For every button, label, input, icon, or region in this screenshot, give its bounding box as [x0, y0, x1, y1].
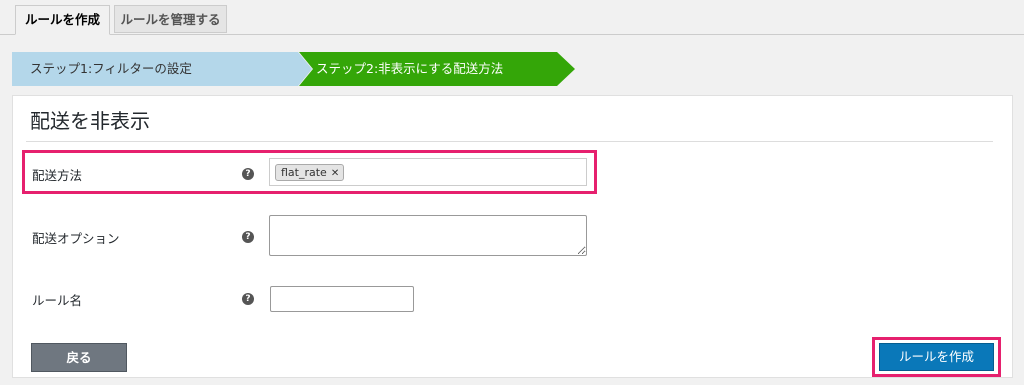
hide-shipping-panel: 配送を非表示 配送方法 ? flat_rate ✕ 配送オプション ? ルール名 …	[12, 95, 1013, 378]
option-label: 配送オプション	[32, 231, 120, 246]
panel-title: 配送を非表示	[30, 109, 150, 133]
tag-remove-icon[interactable]: ✕	[331, 168, 339, 179]
step-1-filter-settings: ステップ1:フィルターの設定	[12, 52, 312, 86]
step-2-hide-shipping-methods: ステップ2:非表示にする配送方法	[299, 52, 575, 86]
stepper: ステップ1:フィルターの設定 ステップ2:非表示にする配送方法	[12, 52, 575, 86]
method-select[interactable]: flat_rate ✕	[269, 158, 587, 186]
rule-name-label: ルール名	[32, 293, 83, 308]
method-help-icon[interactable]: ?	[242, 168, 254, 180]
method-tag-label: flat_rate	[281, 166, 327, 179]
rule-name-help-icon[interactable]: ?	[242, 293, 254, 305]
create-rule-button[interactable]: ルールを作成	[879, 343, 994, 371]
panel-divider	[26, 141, 993, 142]
tab-bar: ルールを作成 ルールを管理する	[0, 0, 1024, 35]
tab-create-rule[interactable]: ルールを作成	[15, 5, 110, 35]
option-help-icon[interactable]: ?	[242, 231, 254, 243]
back-button[interactable]: 戻る	[31, 343, 127, 372]
method-label: 配送方法	[32, 168, 83, 183]
method-tag-flat-rate: flat_rate ✕	[275, 164, 345, 181]
rule-name-input[interactable]	[270, 286, 414, 312]
option-textarea[interactable]	[269, 215, 587, 256]
tab-manage-rules[interactable]: ルールを管理する	[114, 5, 227, 33]
